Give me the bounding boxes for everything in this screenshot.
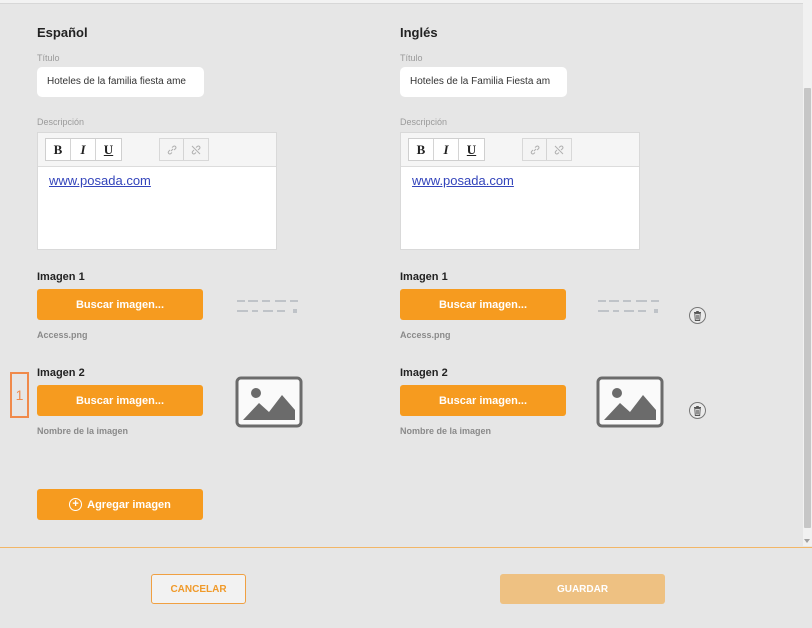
editor-content[interactable]: www.posada.com [38,167,276,194]
description-link[interactable]: www.posada.com [412,173,514,188]
spanish-description-label: Descripción [37,117,85,127]
image-thumbnail [598,300,659,313]
link-group [522,138,572,161]
spanish-image-2-filename: Nombre de la imagen [37,426,129,436]
english-title-label: Título [400,53,423,63]
english-image-1-filename: Access.png [400,330,451,340]
top-border [0,0,804,4]
link-group [159,138,209,161]
plus-circle-icon: + [69,498,83,511]
footer-divider [0,547,812,548]
underline-button[interactable]: U [96,139,121,160]
english-description-editor[interactable]: B I U www.posada.com [400,132,640,250]
scrollbar[interactable] [803,0,812,546]
bold-button[interactable]: B [46,139,71,160]
format-group: B I U [408,138,485,161]
image-placeholder-icon [596,376,664,428]
image-thumbnail [237,300,298,313]
add-image-button[interactable]: + Agregar imagen [37,489,203,520]
editor-toolbar: B I U [401,133,639,167]
link-icon[interactable] [523,139,547,160]
scrollbar-thumb[interactable] [804,88,811,528]
spanish-image-1-browse-button[interactable]: Buscar imagen... [37,289,203,320]
step-marker: 1 [10,372,29,418]
trash-icon[interactable] [689,402,706,419]
english-image-2-label: Imagen 2 [400,367,448,379]
spanish-title-label: Título [37,53,60,63]
english-image-2-browse-button[interactable]: Buscar imagen... [400,385,566,416]
trash-icon[interactable] [689,307,706,324]
english-description-label: Descripción [400,117,448,127]
add-image-label: Agregar imagen [87,498,171,511]
spanish-description-editor[interactable]: B I U www.posada.com [37,132,277,250]
save-button[interactable]: GUARDAR [500,574,665,604]
english-heading: Inglés [400,25,438,40]
english-image-1-browse-button[interactable]: Buscar imagen... [400,289,566,320]
spanish-image-2-label: Imagen 2 [37,367,85,379]
bold-button[interactable]: B [409,139,434,160]
italic-button[interactable]: I [71,139,96,160]
format-group: B I U [45,138,122,161]
english-image-2-filename: Nombre de la imagen [400,426,492,436]
english-title-input[interactable]: Hoteles de la Familia Fiesta am [400,67,567,97]
italic-button[interactable]: I [434,139,459,160]
spanish-image-2-browse-button[interactable]: Buscar imagen... [37,385,203,416]
editor-toolbar: B I U [38,133,276,167]
cancel-button[interactable]: CANCELAR [151,574,246,604]
english-image-1-label: Imagen 1 [400,271,448,283]
underline-button[interactable]: U [459,139,484,160]
scroll-down-arrow[interactable] [804,539,810,543]
spanish-title-input[interactable]: Hoteles de la familia fiesta ame [37,67,204,97]
link-icon[interactable] [160,139,184,160]
spanish-image-1-label: Imagen 1 [37,271,85,283]
unlink-icon[interactable] [547,139,571,160]
image-placeholder-icon [235,376,303,428]
unlink-icon[interactable] [184,139,208,160]
spanish-image-1-filename: Access.png [37,330,88,340]
description-link[interactable]: www.posada.com [49,173,151,188]
spanish-heading: Español [37,25,88,40]
editor-content[interactable]: www.posada.com [401,167,639,194]
